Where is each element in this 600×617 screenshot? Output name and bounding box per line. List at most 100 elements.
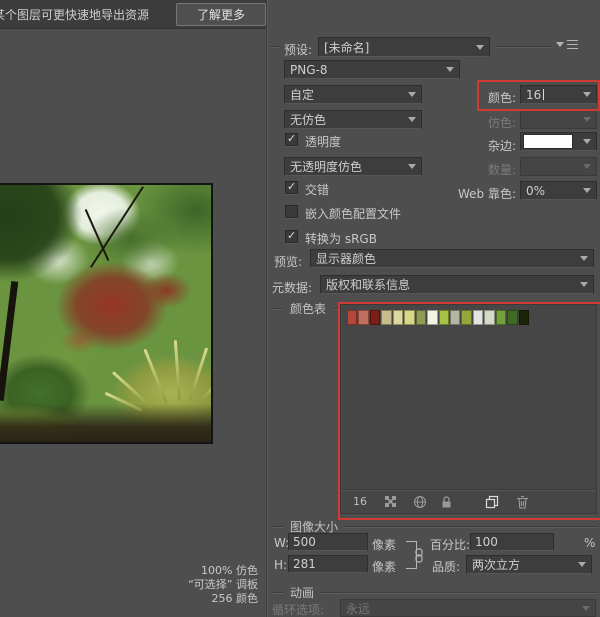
dither-method-select[interactable]: 无仿色 xyxy=(284,110,422,129)
preview-mode-value: 显示器颜色 xyxy=(316,250,376,267)
loop-options-select: 永远 xyxy=(340,599,596,617)
colors-status: 256 颜色 xyxy=(108,592,258,606)
width-input[interactable] xyxy=(288,533,368,551)
dither-status: 100% 仿色 xyxy=(108,564,258,578)
color-swatch[interactable] xyxy=(347,310,357,325)
web-snap-select[interactable]: 0% xyxy=(520,181,597,200)
color-swatch[interactable] xyxy=(381,310,391,325)
color-swatch[interactable] xyxy=(370,310,380,325)
dither-select xyxy=(520,110,597,129)
chain-link-icon[interactable] xyxy=(414,548,424,566)
transparency-checkbox[interactable] xyxy=(285,133,298,146)
color-count: 16 xyxy=(353,495,367,508)
chevron-down-icon xyxy=(408,164,416,169)
image-preview[interactable] xyxy=(0,183,213,444)
convert-srgb-checkbox[interactable] xyxy=(285,230,298,243)
chevron-down-icon xyxy=(408,117,416,122)
swatch-strip xyxy=(347,310,529,325)
animation-title: 动画 xyxy=(290,584,314,601)
color-swatch[interactable] xyxy=(519,310,529,325)
chevron-down-icon xyxy=(583,139,591,144)
loop-options-label: 循环选项: xyxy=(272,601,324,617)
color-swatch[interactable] xyxy=(450,310,460,325)
color-swatch[interactable] xyxy=(404,310,414,325)
tree-trunk xyxy=(0,281,18,401)
quality-value: 两次立方 xyxy=(472,556,520,573)
chevron-down-icon xyxy=(583,188,591,193)
color-swatch[interactable] xyxy=(496,310,506,325)
colors-select[interactable]: 16 xyxy=(520,85,597,104)
color-swatch[interactable] xyxy=(393,310,403,325)
color-swatch[interactable] xyxy=(427,310,437,325)
metadata-select[interactable]: 版权和联系信息 xyxy=(320,275,594,294)
chevron-down-icon xyxy=(583,92,591,97)
divider xyxy=(272,526,284,528)
color-swatch[interactable] xyxy=(461,310,471,325)
divider xyxy=(270,46,280,48)
chevron-down-icon xyxy=(408,92,416,97)
interlaced-label: 交错 xyxy=(305,181,329,198)
amount-select xyxy=(520,157,597,176)
preview-mode-label: 预览: xyxy=(274,253,302,270)
matte-select[interactable] xyxy=(520,132,597,151)
preview-mode-select[interactable]: 显示器颜色 xyxy=(310,249,594,268)
chevron-down-icon xyxy=(582,606,590,611)
preset-select[interactable]: [未命名] xyxy=(318,37,490,57)
width-unit: 像素 xyxy=(372,536,396,553)
colors-value: 16 xyxy=(526,88,541,102)
metadata-label: 元数据: xyxy=(272,279,312,296)
color-swatch[interactable] xyxy=(439,310,449,325)
preview-status: 100% 仿色 “可选择” 调板 256 颜色 xyxy=(108,564,258,606)
text-caret xyxy=(543,89,544,100)
menu-bars-icon xyxy=(567,40,578,49)
chevron-down-icon xyxy=(583,164,591,169)
quality-label: 品质: xyxy=(432,558,460,575)
color-table-footer: 16 xyxy=(341,489,596,513)
matte-color-swatch xyxy=(523,134,573,149)
color-reduction-select[interactable]: 自定 xyxy=(284,85,422,104)
delete-swatch-icon[interactable] xyxy=(515,494,530,509)
width-label: W: xyxy=(274,536,289,550)
color-swatch[interactable] xyxy=(507,310,517,325)
color-swatch[interactable] xyxy=(484,310,494,325)
colors-label: 颜色: xyxy=(482,89,516,106)
format-select[interactable]: PNG-8 xyxy=(284,60,460,79)
divider xyxy=(344,526,598,528)
web-snap-value: 0% xyxy=(526,184,545,198)
leaf xyxy=(174,340,181,400)
web-shift-swatch-icon[interactable] xyxy=(412,494,427,509)
preset-value: [未命名] xyxy=(324,39,369,56)
color-swatch[interactable] xyxy=(416,310,426,325)
preview-photo-garden xyxy=(0,185,211,442)
divider xyxy=(272,308,284,310)
dither-method-value: 无仿色 xyxy=(290,111,326,128)
leaf xyxy=(143,349,168,404)
save-for-web-dialog: 某个图层可更快速地导出资源 了解更多 100% 仿色 “可选择” 调板 256 … xyxy=(0,0,600,617)
chevron-down-icon xyxy=(578,562,586,567)
percent-input[interactable] xyxy=(470,533,554,551)
embed-profile-label: 嵌入颜色配置文件 xyxy=(305,205,401,222)
notification-message: 某个图层可更快速地导出资源 xyxy=(0,6,149,23)
height-unit: 像素 xyxy=(372,558,396,575)
divider xyxy=(496,46,552,48)
convert-srgb-label: 转换为 sRGB xyxy=(305,230,377,247)
new-swatch-icon[interactable] xyxy=(484,494,499,509)
metadata-value: 版权和联系信息 xyxy=(326,276,410,293)
quality-select[interactable]: 两次立方 xyxy=(466,555,592,574)
dither-label: 仿色: xyxy=(472,114,516,131)
height-input[interactable] xyxy=(288,555,368,573)
height-label: H: xyxy=(274,558,287,572)
matte-label: 杂边: xyxy=(472,137,516,154)
transparency-dither-select[interactable]: 无透明度仿色 xyxy=(284,157,422,176)
lock-swatch-icon[interactable] xyxy=(439,494,454,509)
palette-status: “可选择” 调板 xyxy=(108,578,258,592)
embed-profile-checkbox[interactable] xyxy=(285,205,298,218)
color-swatch[interactable] xyxy=(473,310,483,325)
web-snap-label: Web 靠色: xyxy=(444,185,516,202)
interlaced-checkbox[interactable] xyxy=(285,181,298,194)
panel-menu-icon[interactable] xyxy=(556,40,578,49)
learn-more-button[interactable]: 了解更多 xyxy=(176,3,266,26)
dither-swatch-icon[interactable] xyxy=(383,494,398,509)
color-swatch[interactable] xyxy=(358,310,368,325)
percent-label: 百分比: xyxy=(430,536,470,553)
